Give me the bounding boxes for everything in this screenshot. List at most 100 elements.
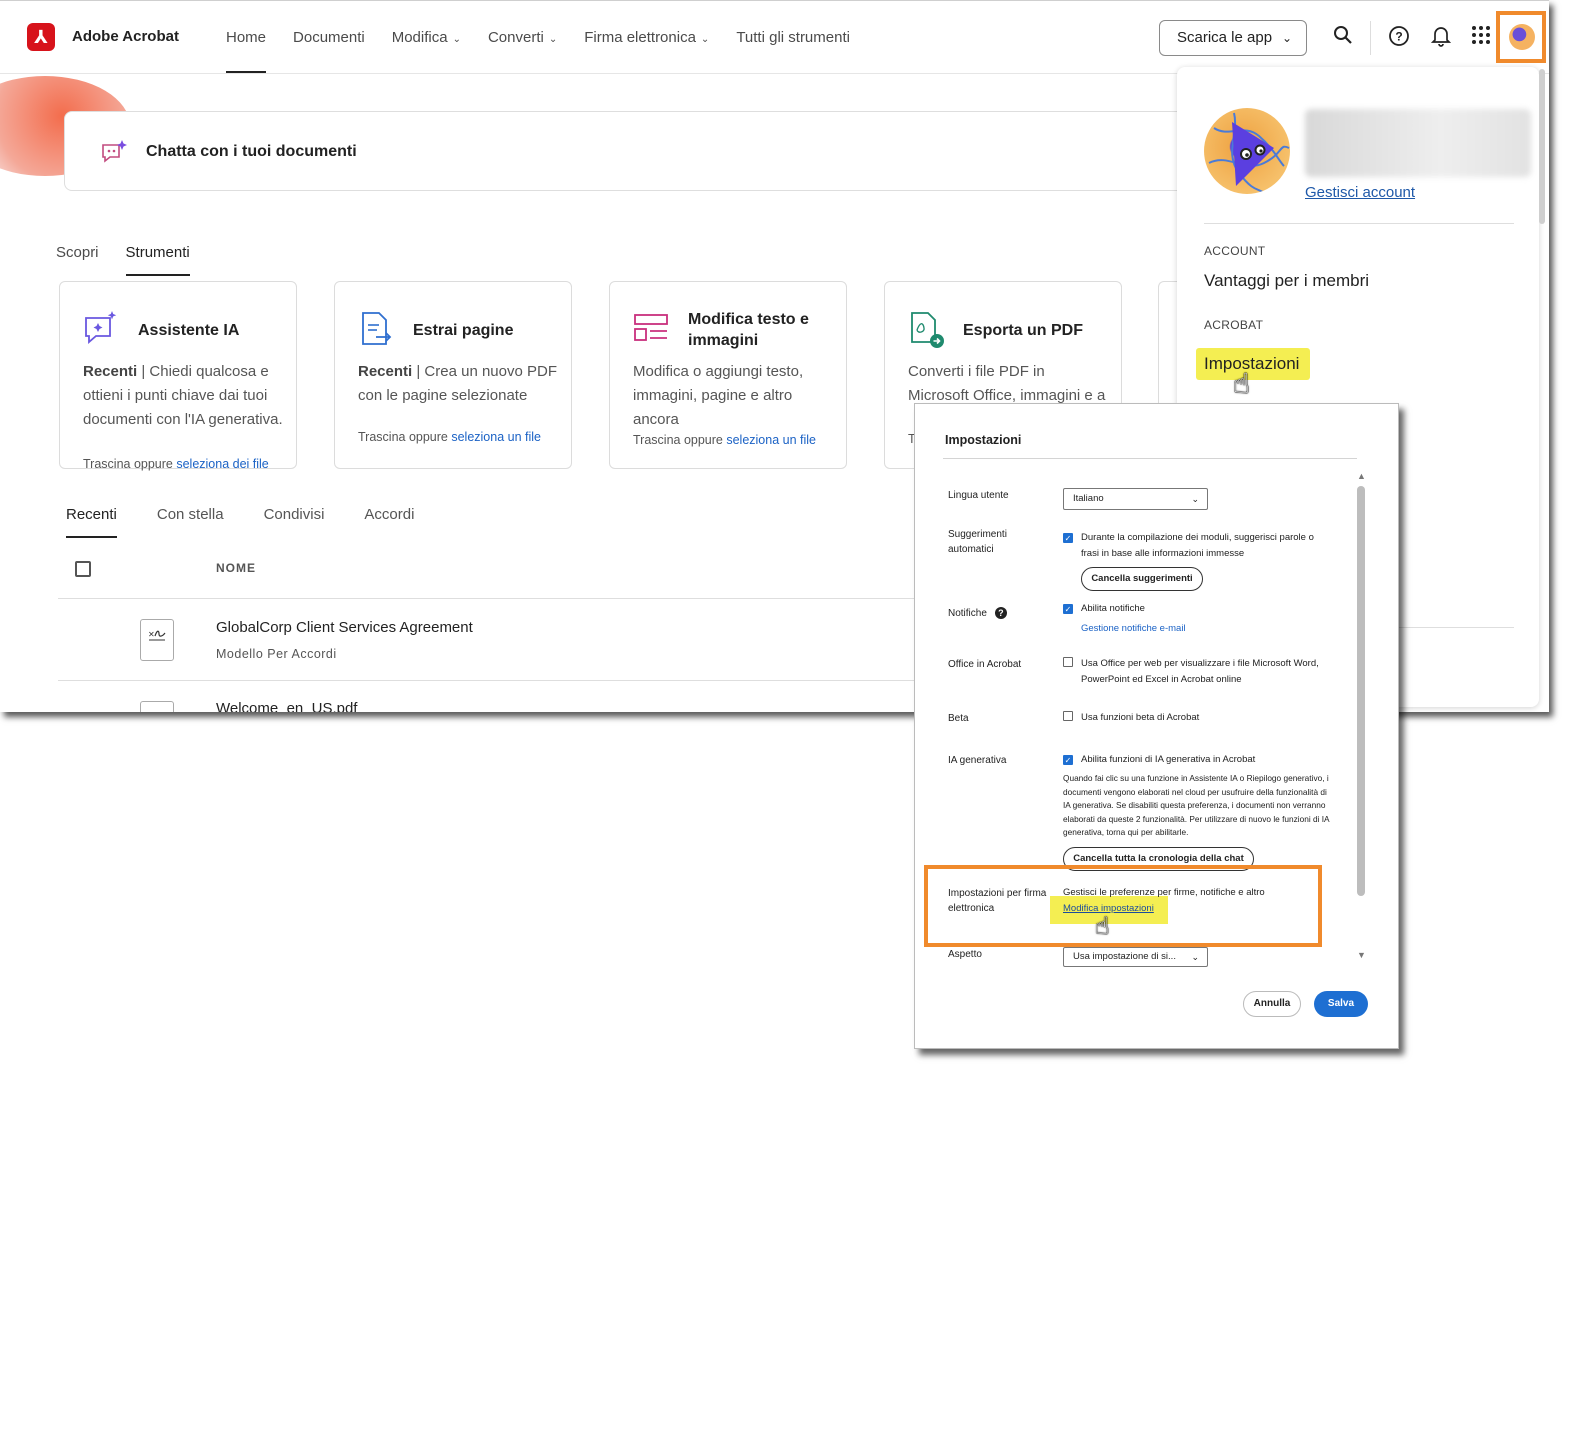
notifications-option: ✓ Abilita notifiche xyxy=(1063,603,1145,614)
clear-suggestions-button[interactable]: Cancella suggerimenti xyxy=(1081,567,1203,591)
search-icon[interactable] xyxy=(1330,25,1356,51)
hand-cursor-icon: ☝ xyxy=(1233,368,1251,399)
save-button[interactable]: Salva xyxy=(1314,991,1368,1017)
tool-card-ai-assistant[interactable]: Assistente IA Recenti | Chiedi qualcosa … xyxy=(59,281,297,471)
autosuggest-label: Suggerimenti automatici xyxy=(948,529,1007,555)
apps-grid-icon[interactable] xyxy=(1468,25,1494,51)
genai-description: Quando fai clic su una funzione in Assis… xyxy=(1063,773,1330,838)
divider xyxy=(943,458,1357,459)
dialog-title: Impostazioni xyxy=(945,433,1022,447)
flyout-scrollbar[interactable] xyxy=(1539,69,1545,224)
tab-agreements[interactable]: Accordi xyxy=(364,506,414,523)
office-label: Office in Acrobat xyxy=(948,659,1022,670)
divider xyxy=(1370,21,1371,55)
tab-starred[interactable]: Con stella xyxy=(157,506,224,523)
chevron-down-icon: ⌄ xyxy=(548,34,558,45)
hand-cursor-icon: ☝ xyxy=(1095,913,1110,940)
tool-description: Modifica o aggiungi testo, immagini, pag… xyxy=(633,363,804,428)
genai-checkbox[interactable]: ✓ xyxy=(1063,755,1073,765)
genai-label: IA generativa xyxy=(948,755,1007,766)
scroll-up-arrow-icon[interactable]: ▲ xyxy=(1357,471,1366,481)
svg-text:?: ? xyxy=(1395,30,1402,44)
cancel-button[interactable]: Annulla xyxy=(1243,991,1301,1017)
member-benefits-item[interactable]: Vantaggi per i membri xyxy=(1204,271,1369,291)
ai-assistant-icon xyxy=(82,310,118,346)
table-row[interactable]: ✕ GlobalCorp Client Services Agreement M… xyxy=(58,598,938,680)
tool-card-extract-pages[interactable]: Estrai pagine Recenti | Crea un nuovo PD… xyxy=(334,281,572,469)
agreement-document-icon: ✕ xyxy=(140,619,174,661)
language-label: Lingua utente xyxy=(948,490,1009,501)
chat-label: Chatta con i tuoi documenti xyxy=(146,143,357,160)
nav-documents[interactable]: Documenti xyxy=(293,29,365,46)
beta-option: Usa funzioni beta di Acrobat xyxy=(1063,710,1335,726)
tool-drop-hint: Trascina oppure seleziona dei file xyxy=(83,457,269,471)
section-label-acrobat: ACROBAT xyxy=(1204,318,1264,332)
language-select[interactable]: Italiano ⌄ xyxy=(1063,488,1208,510)
get-apps-button[interactable]: Scarica le app ⌄ xyxy=(1159,20,1307,56)
profile-avatar xyxy=(1204,108,1290,194)
tool-title: Assistente IA xyxy=(138,322,240,339)
chat-ai-icon xyxy=(99,138,127,166)
tab-shared[interactable]: Condivisi xyxy=(264,506,325,523)
beta-checkbox[interactable] xyxy=(1063,711,1073,721)
bell-icon[interactable] xyxy=(1428,25,1454,51)
main-nav: Home Documenti Modifica ⌄ Converti ⌄ Firma… xyxy=(226,29,877,73)
help-icon[interactable]: ? xyxy=(994,607,1007,619)
file-name[interactable]: Welcome_en_US.pdf xyxy=(216,700,357,712)
table-row[interactable]: Welcome_en_US.pdf xyxy=(58,680,938,712)
tab-tools[interactable]: Strumenti xyxy=(125,244,190,276)
svg-text:✕: ✕ xyxy=(148,630,155,639)
edit-text-images-icon xyxy=(632,310,668,346)
chevron-down-icon: ⌄ xyxy=(700,34,710,45)
manage-account-link[interactable]: Gestisci account xyxy=(1305,184,1415,201)
select-file-link[interactable]: seleziona un file xyxy=(726,433,816,447)
settings-menu-item[interactable]: Impostazioni xyxy=(1196,348,1310,380)
tool-title: Estrai pagine xyxy=(413,322,514,339)
nav-convert[interactable]: Converti ⌄ xyxy=(488,29,557,46)
chat-with-documents-card[interactable]: Chatta con i tuoi documenti xyxy=(64,111,1204,191)
dialog-scrollbar[interactable] xyxy=(1357,486,1365,896)
tab-discover[interactable]: Scopri xyxy=(56,244,99,270)
notifications-checkbox[interactable]: ✓ xyxy=(1063,604,1073,614)
chevron-down-icon: ⌄ xyxy=(452,34,461,45)
pdf-document-icon xyxy=(140,701,174,712)
appearance-select[interactable]: Usa impostazione di si... ⌄ xyxy=(1063,947,1208,967)
tool-description: Recenti | Crea un nuovo PDF con le pagin… xyxy=(358,363,557,404)
nav-edit[interactable]: Modifica ⌄ xyxy=(392,29,461,46)
chevron-down-icon: ⌄ xyxy=(1191,952,1199,962)
nav-all-tools[interactable]: Tutti gli strumenti xyxy=(736,29,850,46)
autosuggest-checkbox[interactable]: ✓ xyxy=(1063,533,1073,543)
avatar[interactable] xyxy=(1509,24,1535,50)
nav-esign[interactable]: Firma elettronica ⌄ xyxy=(584,29,709,46)
email-notifications-link[interactable]: Gestione notifiche e-mail xyxy=(1081,621,1186,637)
notifications-label: Notifiche? xyxy=(948,606,1048,621)
select-files-link[interactable]: seleziona dei file xyxy=(176,457,268,471)
file-tabs: Recenti Con stella Condivisi Accordi xyxy=(66,506,454,538)
extract-pages-icon xyxy=(357,310,393,346)
appearance-label: Aspetto xyxy=(948,949,982,960)
redacted-user-name xyxy=(1305,109,1531,177)
section-label-account: ACCOUNT xyxy=(1204,244,1266,258)
office-checkbox[interactable] xyxy=(1063,657,1073,667)
tool-card-edit-text-images[interactable]: Modifica testo e immagini Modifica o agg… xyxy=(609,281,847,469)
column-header-name[interactable]: NOME xyxy=(216,561,256,575)
export-pdf-icon xyxy=(907,310,944,348)
nav-home[interactable]: Home xyxy=(226,29,267,73)
brand-name[interactable]: Adobe Acrobat xyxy=(72,28,179,45)
tools-tabs: Scopri Strumenti xyxy=(56,244,217,276)
select-all-checkbox[interactable] xyxy=(75,561,91,577)
select-file-link[interactable]: seleziona un file xyxy=(451,430,541,444)
tool-description: Converti i file PDF in Microsoft Office,… xyxy=(908,363,1106,404)
avatar-callout xyxy=(1496,11,1546,63)
esign-description: Gestisci le preferenze per firme, notifi… xyxy=(1063,887,1265,898)
file-name[interactable]: GlobalCorp Client Services Agreement xyxy=(216,619,473,636)
scroll-down-arrow-icon[interactable]: ▼ xyxy=(1357,950,1366,960)
acrobat-logo-icon[interactable]: ⅄ xyxy=(27,23,55,51)
tool-drop-hint: Trascina oppure seleziona un file xyxy=(358,430,541,444)
tool-description: Recenti | Chiedi qualcosa e ottieni i pu… xyxy=(83,363,283,428)
tool-title: Esporta un PDF xyxy=(963,322,1084,339)
help-icon[interactable]: ? xyxy=(1386,25,1412,51)
office-option: Usa Office per web per visualizzare i fi… xyxy=(1063,656,1335,685)
chevron-down-icon: ⌄ xyxy=(1281,31,1292,45)
tab-recent[interactable]: Recenti xyxy=(66,506,117,538)
